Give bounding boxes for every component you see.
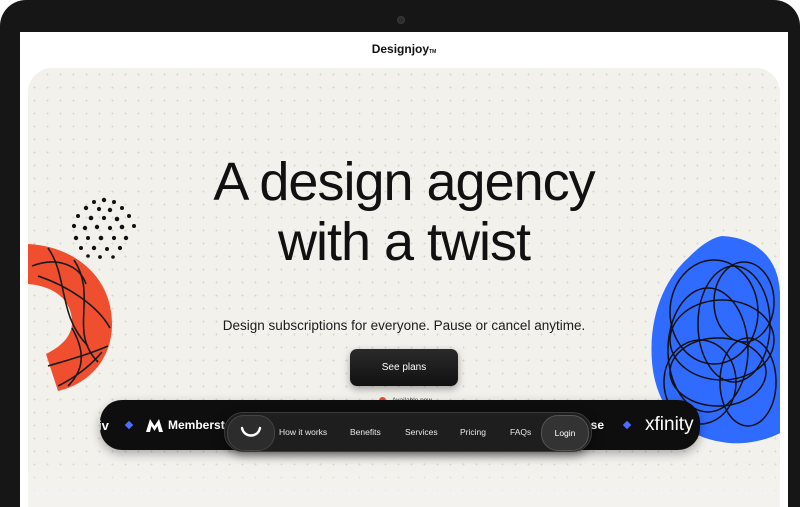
diamond-separator-icon — [124, 420, 134, 430]
headline-line-2: with a twist — [277, 212, 531, 272]
nav-pricing[interactable]: Pricing — [460, 413, 486, 451]
browser-screen: DesignjoyTM A design agency with a twist… — [20, 32, 788, 507]
memberstack-mark-icon — [146, 418, 163, 432]
diamond-separator-icon — [622, 420, 632, 430]
bottom-fade — [28, 458, 780, 507]
login-button[interactable]: Login — [541, 415, 589, 451]
brand-name: Designjoy — [371, 42, 430, 56]
home-button[interactable] — [227, 415, 275, 451]
camera-icon — [397, 16, 405, 24]
brand-trademark: TM — [429, 49, 437, 55]
brand-logo[interactable]: DesignjoyTM — [372, 42, 437, 56]
logo-fragment-left: iv — [100, 417, 109, 433]
xfinity-logo: xfinity — [645, 414, 694, 435]
subheadline: Design subscriptions for everyone. Pause… — [222, 318, 586, 333]
smile-logo-icon — [240, 426, 262, 437]
nav-faqs[interactable]: FAQs — [510, 413, 531, 451]
nav-how-it-works[interactable]: How it works — [279, 413, 327, 451]
nav-benefits[interactable]: Benefits — [350, 413, 381, 451]
see-plans-button[interactable]: See plans — [350, 349, 458, 386]
floating-nav: How it works Benefits Services Pricing F… — [224, 412, 592, 452]
headline-line-1: A design agency — [213, 152, 595, 212]
site-header: DesignjoyTM — [20, 32, 788, 66]
nav-services[interactable]: Services — [405, 413, 438, 451]
